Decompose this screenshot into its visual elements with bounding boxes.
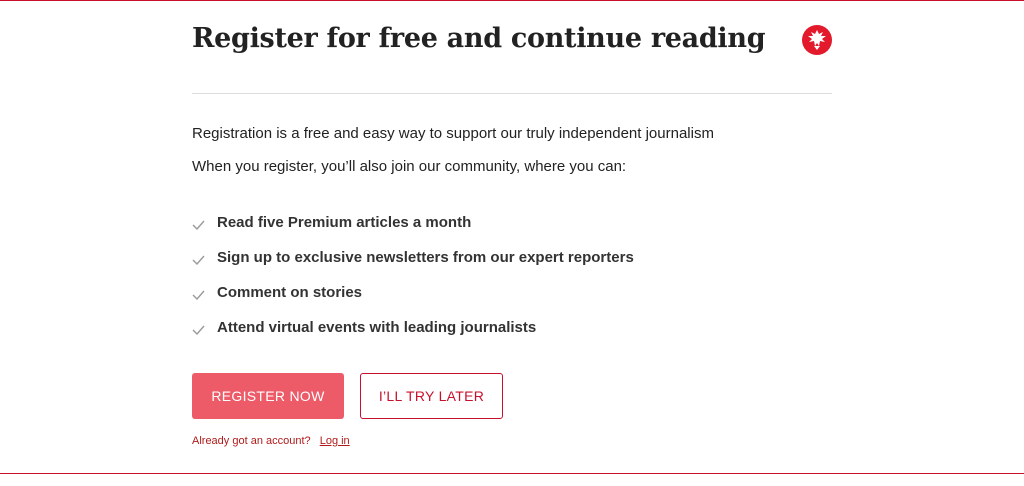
check-icon [192,287,205,301]
benefits-list: Read five Premium articles a month Sign … [192,213,634,353]
benefit-item: Attend virtual events with leading journ… [192,318,634,353]
register-now-button[interactable]: REGISTER NOW [192,373,344,419]
benefit-label: Comment on stories [217,284,363,301]
benefit-label: Sign up to exclusive newsletters from ou… [217,249,634,266]
login-prompt: Already got an account? Log in [192,435,350,447]
action-buttons: REGISTER NOW I’LL TRY LATER [192,373,832,419]
login-prompt-text: Already got an account? [192,435,311,447]
independent-eagle-icon [802,25,832,55]
check-icon [192,322,205,336]
login-link[interactable]: Log in [320,435,350,447]
registration-page: Register for free and continue reading R… [0,0,1024,486]
benefit-item: Sign up to exclusive newsletters from ou… [192,248,634,283]
bottom-divider [0,473,1024,474]
check-icon [192,252,205,266]
check-icon [192,217,205,231]
benefit-label: Attend virtual events with leading journ… [217,319,537,336]
registration-modal: Register for free and continue reading R… [192,1,832,447]
modal-header: Register for free and continue reading [192,1,832,94]
benefit-item: Comment on stories [192,283,634,318]
benefit-label: Read five Premium articles a month [217,214,472,231]
community-text: When you register, you’ll also join our … [192,158,627,175]
modal-title: Register for free and continue reading [192,23,766,54]
benefit-item: Read five Premium articles a month [192,213,634,248]
intro-text: Registration is a free and easy way to s… [192,125,714,142]
try-later-button[interactable]: I’LL TRY LATER [360,373,503,419]
